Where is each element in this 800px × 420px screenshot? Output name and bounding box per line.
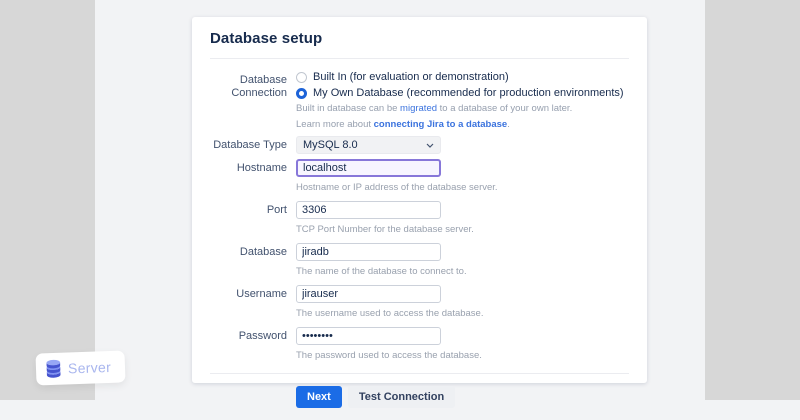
username-helper: The username used to access the database…: [296, 308, 484, 319]
migrated-link[interactable]: migrated: [400, 103, 437, 114]
database-setup-card: Database setup Database Connection Built…: [192, 17, 647, 408]
port-helper: TCP Port Number for the database server.: [296, 224, 474, 235]
form-footer: Next Test Connection: [210, 373, 629, 420]
database-type-select[interactable]: MySQL 8.0: [296, 136, 441, 154]
port-label: Port: [266, 204, 287, 216]
radio-built-in[interactable]: Built In (for evaluation or demonstratio…: [296, 71, 629, 83]
backdrop-right: [705, 0, 800, 400]
page-title: Database setup: [210, 30, 323, 47]
learn-more-pre: Learn more about: [296, 119, 374, 130]
server-badge: Server: [35, 350, 126, 386]
radio-built-in-circle-icon[interactable]: [296, 71, 307, 83]
learn-more-post: .: [507, 119, 510, 130]
database-connection-label: Database Connection: [231, 74, 287, 99]
password-label: Password: [238, 330, 287, 342]
test-connection-button[interactable]: Test Connection: [347, 386, 456, 408]
username-label: Username: [236, 288, 287, 300]
title-divider: [210, 58, 629, 59]
row-username: Username The username used to access the…: [210, 285, 629, 322]
database-type-value: MySQL 8.0: [303, 139, 358, 151]
port-input[interactable]: [296, 201, 441, 219]
hostname-label: Hostname: [236, 162, 287, 174]
database-icon: [46, 359, 61, 378]
row-database-type: Database Type MySQL 8.0: [210, 136, 629, 154]
radio-my-own-database[interactable]: My Own Database (recommended for product…: [296, 87, 629, 99]
database-setup-form: Database Connection Built In (for evalua…: [210, 71, 629, 364]
row-hostname: Hostname Hostname or IP address of the d…: [210, 159, 629, 196]
database-input[interactable]: [296, 243, 441, 261]
migrate-note-pre: Built in database can be: [296, 103, 401, 114]
chevron-down-icon: [426, 143, 434, 148]
database-type-label: Database Type: [213, 139, 287, 151]
radio-my-own-database-label: My Own Database (recommended for product…: [313, 87, 624, 99]
radio-my-own-database-circle-icon[interactable]: [296, 87, 307, 99]
username-input[interactable]: [296, 285, 441, 303]
password-helper: The password used to access the database…: [296, 350, 482, 361]
radio-built-in-label: Built In (for evaluation or demonstratio…: [313, 71, 509, 83]
server-badge-label: Server: [67, 358, 112, 377]
password-input[interactable]: [296, 327, 441, 345]
connecting-jira-link[interactable]: connecting Jira to a database: [374, 119, 508, 130]
row-password: Password The password used to access the…: [210, 327, 629, 364]
row-port: Port TCP Port Number for the database se…: [210, 201, 629, 238]
hostname-input[interactable]: [296, 159, 441, 177]
backdrop-left: [0, 0, 95, 400]
row-database: Database The name of the database to con…: [210, 243, 629, 280]
row-database-connection: Database Connection Built In (for evalua…: [210, 71, 629, 131]
database-label: Database: [239, 246, 287, 258]
hostname-helper: Hostname or IP address of the database s…: [296, 182, 498, 193]
next-button[interactable]: Next: [296, 386, 342, 408]
migrate-note: Built in database can be migrated to a d…: [296, 103, 629, 115]
learn-more-note: Learn more about connecting Jira to a da…: [296, 119, 629, 131]
migrate-note-post: to a database of your own later.: [437, 103, 573, 114]
database-helper: The name of the database to connect to.: [296, 266, 467, 277]
